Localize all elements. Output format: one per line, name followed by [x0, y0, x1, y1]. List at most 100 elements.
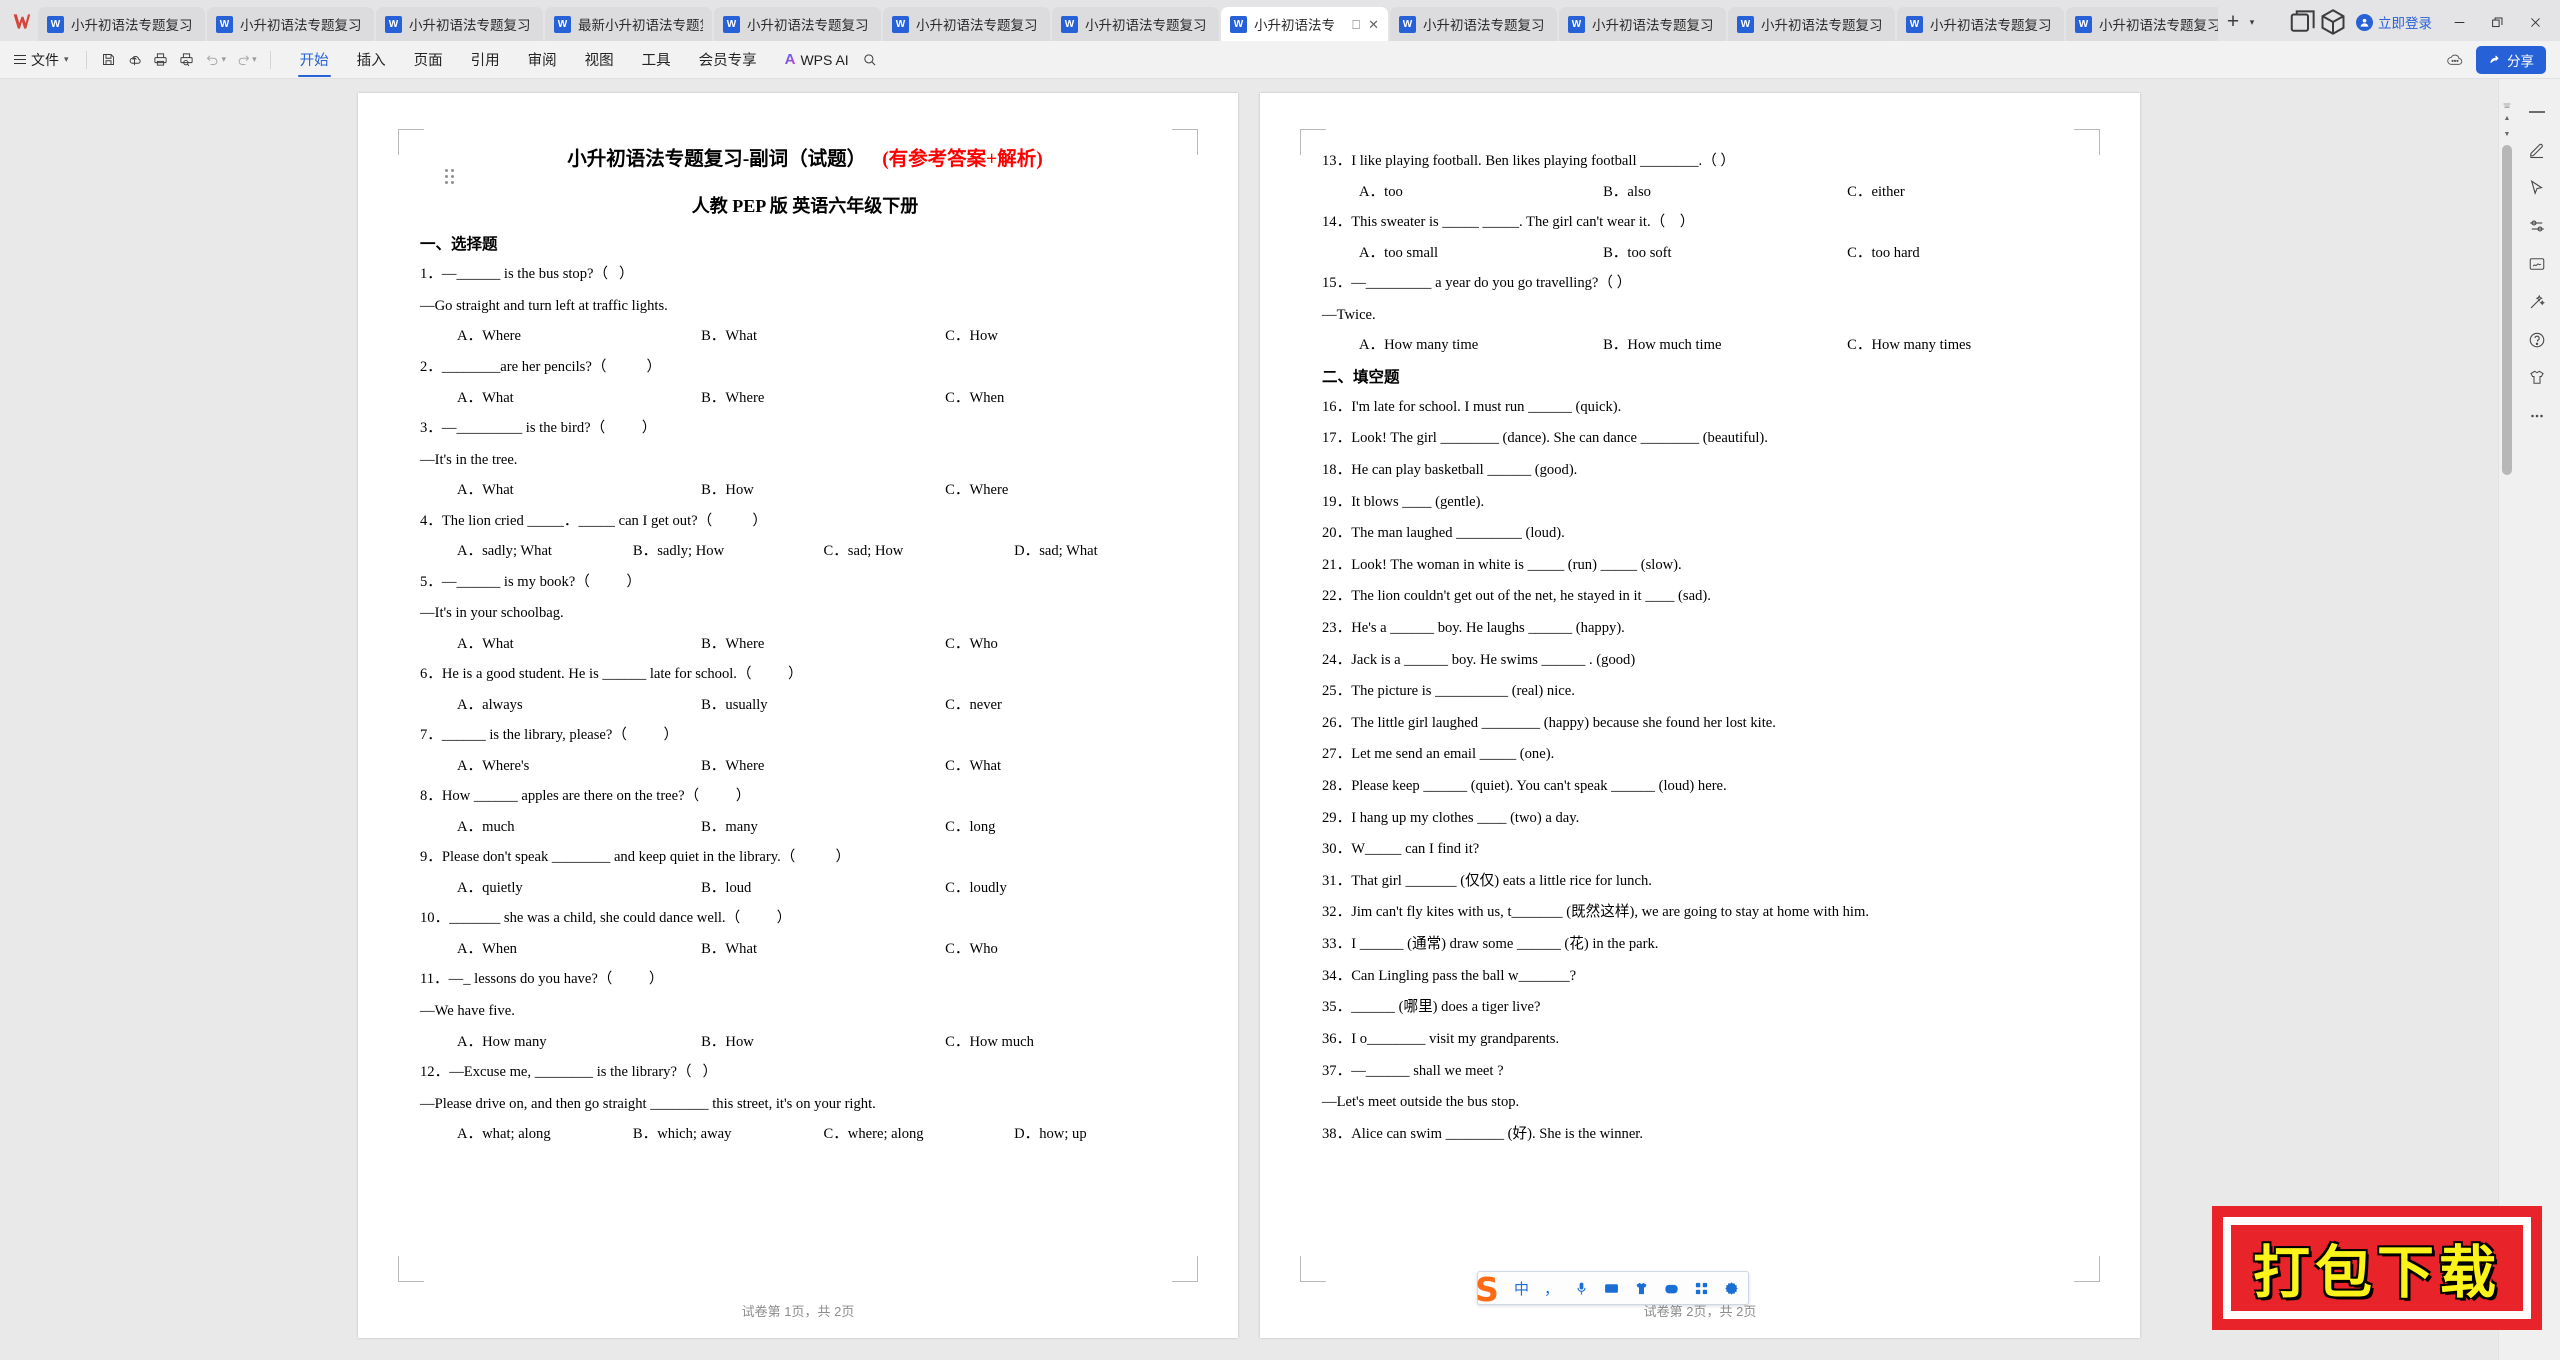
tab-menu-chevron-icon[interactable]: ▾ [2242, 8, 2262, 36]
document-tab-4[interactable]: W 小升初语法专题复习 [714, 7, 881, 41]
close-button[interactable] [2516, 8, 2554, 36]
ribbon-tab-list: 开始 插入 页面 引用 审阅 视图 工具 会员专享 [286, 45, 771, 77]
rail-collapse-icon[interactable] [2520, 93, 2554, 131]
mic-icon[interactable] [1572, 1279, 1591, 1298]
question-line: 6．He is a good student. He is ______ lat… [420, 666, 803, 683]
document-page-2[interactable]: 13．I like playing football. Ben likes pl… [1260, 93, 2140, 1338]
paragraph-drag-handle[interactable] [445, 169, 454, 184]
more-options-icon[interactable] [2520, 397, 2554, 435]
magic-wand-icon[interactable] [2520, 283, 2554, 321]
tab-close-icon[interactable]: ✕ [1368, 18, 1379, 31]
ribbon-tab-7[interactable]: 会员专享 [685, 45, 771, 74]
menu-bar-right: 分享 [2440, 45, 2550, 74]
answer-option: B．Where [701, 757, 765, 774]
help-icon[interactable] [2520, 321, 2554, 359]
answer-option: B．How [701, 1033, 754, 1050]
tab-label: 小升初语法专题复习 [1930, 18, 2052, 33]
ime-settings-icon[interactable] [1722, 1279, 1741, 1298]
minimize-button[interactable] [2440, 8, 2478, 36]
app-cube-icon[interactable] [2318, 8, 2348, 36]
document-tab-1[interactable]: W 小升初语法专题复习 [207, 7, 374, 41]
document-tab-7[interactable]: W 小升初语法专 ⎕ ✕ [1221, 7, 1388, 41]
ribbon-tab-1[interactable]: 插入 [343, 45, 400, 74]
restore-button[interactable] [2478, 8, 2516, 36]
search-icon[interactable] [857, 47, 883, 73]
document-tab-0[interactable]: W 小升初语法专题复习 [38, 7, 205, 41]
ribbon-tab-3[interactable]: 引用 [457, 45, 514, 74]
ai-sparkle-icon: A [784, 51, 796, 68]
login-button[interactable]: 立即登录 [2348, 9, 2440, 35]
settings-sliders-icon[interactable] [2520, 207, 2554, 245]
ribbon-tab-0[interactable]: 开始 [286, 45, 343, 77]
answer-option: C．long [945, 818, 996, 835]
document-tab-12[interactable]: W 小升初语法专题复习 [2066, 7, 2218, 41]
split-view-icon[interactable] [2503, 95, 2511, 113]
file-menu-button[interactable]: 文件 ▾ [10, 47, 77, 73]
print-preview-icon[interactable] [174, 47, 200, 73]
document-tab-8[interactable]: W 小升初语法专题复习 [1390, 7, 1557, 41]
ribbon-tab-4[interactable]: 审阅 [514, 45, 571, 74]
sogou-logo-icon[interactable]: S [1466, 1268, 1508, 1310]
tab-label: 最新小升初语法专题复 [578, 18, 703, 33]
question-line: 25．The picture is __________ (real) nice… [1322, 683, 1575, 700]
undo-chevron-icon[interactable]: ▾ [222, 54, 227, 65]
question-list-page2-choice: 13．I like playing football. Ben likes pl… [1322, 150, 2092, 356]
answer-option: A．quietly [457, 879, 523, 896]
scroll-down-button[interactable]: ▼ [2502, 129, 2512, 139]
redo-chevron-icon[interactable]: ▾ [252, 54, 257, 65]
document-page-1[interactable]: 小升初语法专题复习-副词（试题） (有参考答案+解析) 人教 PEP 版 英语六年… [358, 93, 1238, 1338]
scrollbar-thumb[interactable] [2502, 145, 2512, 475]
answer-options: A．what; along B．which; away C．where; along… [420, 1124, 1190, 1144]
skin-theme-icon[interactable] [2520, 359, 2554, 397]
vertical-scrollbar[interactable]: ▲ ▼ [2498, 79, 2514, 1360]
cloud-status-icon[interactable] [2440, 46, 2470, 74]
document-tab-2[interactable]: W 小升初语法专题复习 [376, 7, 543, 41]
document-title-note: (有参考答案+解析) [882, 149, 1043, 170]
tab-restore-icon[interactable]: ⎕ [1352, 18, 1360, 31]
save-icon[interactable] [96, 47, 122, 73]
answer-options: A．sadly; What B．sadly; How C．sad; How D．sad… [420, 541, 1190, 561]
answer-option: B．many [701, 818, 758, 835]
document-tab-5[interactable]: W 小升初语法专题复习 [883, 7, 1050, 41]
wps-ai-button[interactable]: A WPS AI [785, 51, 849, 68]
ribbon-tab-2[interactable]: 页面 [400, 45, 457, 74]
share-button[interactable]: 分享 [2476, 45, 2546, 74]
question-line: 12．—Excuse me, ________ is the library?（… [420, 1064, 718, 1081]
answer-option: B．What [701, 328, 758, 345]
question-line: 33．I ______ (通常) draw some ______ (花) in… [1322, 936, 1659, 953]
answer-option: C．where; along [823, 1126, 924, 1143]
sogou-ime-toolbar[interactable]: S 中 ， [1475, 1270, 1749, 1309]
answer-option: B．too soft [1603, 244, 1672, 261]
answer-options: A．What B．How C．Where [420, 480, 1190, 500]
ime-mode-chinese-button[interactable]: 中 [1512, 1279, 1531, 1298]
skin-icon[interactable] [1632, 1279, 1651, 1298]
ime-punctuation-button[interactable]: ， [1542, 1279, 1561, 1298]
scroll-up-button[interactable]: ▲ [2502, 113, 2512, 123]
pen-edit-icon[interactable] [2520, 131, 2554, 169]
wps-doc-icon: W [1061, 15, 1078, 33]
cloud-sync-icon[interactable] [122, 47, 148, 73]
document-area[interactable]: 小升初语法专题复习-副词（试题） (有参考答案+解析) 人教 PEP 版 英语六年… [0, 79, 2498, 1360]
answer-option: A．always [457, 696, 523, 713]
emoji-icon[interactable] [1662, 1279, 1681, 1298]
question-line: 31．That girl _______ (仅仅) eats a little … [1322, 872, 1652, 889]
cursor-select-icon[interactable] [2520, 169, 2554, 207]
document-tab-10[interactable]: W 小升初语法专题复习 [1728, 7, 1895, 41]
ribbon-tab-5[interactable]: 视图 [571, 45, 628, 74]
keyboard-icon[interactable] [1602, 1279, 1621, 1298]
answer-options: A．quietly B．loud C．loudly [420, 878, 1190, 898]
question-line: 13．I like playing football. Ben likes pl… [1322, 153, 1736, 169]
document-tab-9[interactable]: W 小升初语法专题复习 [1559, 7, 1726, 41]
file-menu-label: 文件 [31, 51, 59, 68]
apps-grid-icon[interactable] [1692, 1279, 1711, 1298]
question-line: 18．He can play basketball ______ (good). [1322, 461, 1578, 478]
answer-options: A．too B．also C．either [1322, 182, 2092, 202]
tab-overview-icon[interactable] [2288, 8, 2318, 36]
ribbon-tab-6[interactable]: 工具 [628, 45, 685, 74]
document-tab-6[interactable]: W 小升初语法专题复习 [1052, 7, 1219, 41]
handwriting-icon[interactable] [2520, 245, 2554, 283]
print-icon[interactable] [148, 47, 174, 73]
document-tab-11[interactable]: W 小升初语法专题复习 [1897, 7, 2064, 41]
document-tab-3[interactable]: W 最新小升初语法专题复 [545, 7, 712, 41]
answer-option: A．Where [457, 328, 522, 345]
